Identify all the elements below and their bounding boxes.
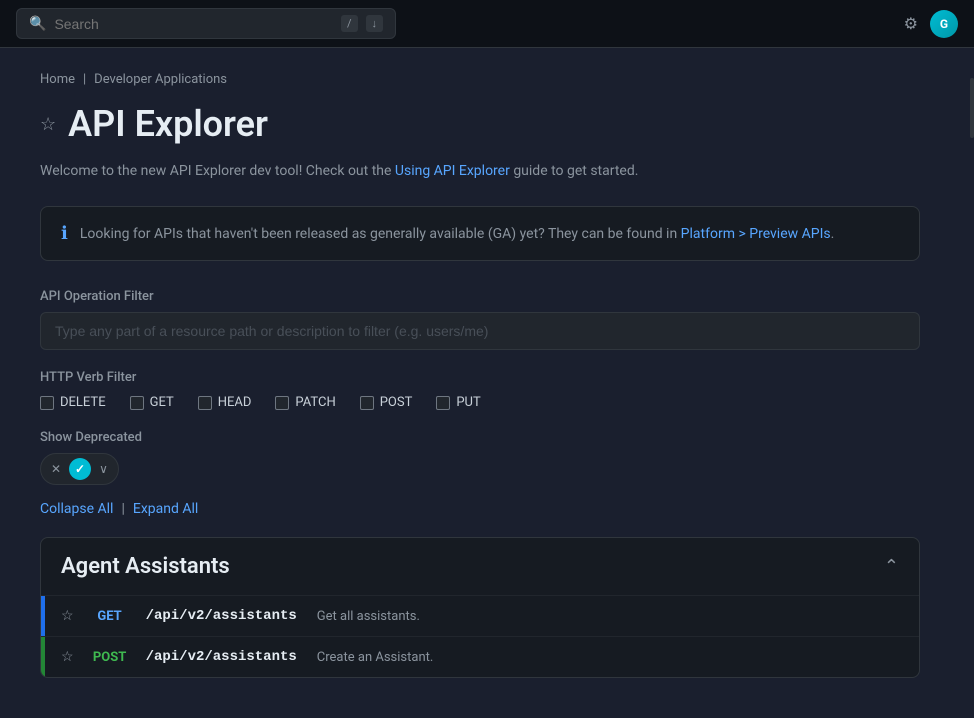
toggle-x-icon[interactable]: ✕ [47,460,65,478]
endpoint-path-get-assistants: /api/v2/assistants [146,608,297,624]
search-input[interactable] [54,16,333,32]
main-content: Home | Developer Applications ☆ API Expl… [0,48,960,718]
subtitle: Welcome to the new API Explorer dev tool… [40,161,920,182]
toggle-check-icon: ✓ [75,462,85,476]
show-deprecated-section: Show Deprecated ✕ ✓ ∨ [40,430,920,485]
verb-head-checkbox[interactable] [198,396,212,410]
info-banner-text: Looking for APIs that haven't been relea… [80,226,834,242]
endpoint-border-post [41,637,45,677]
breadcrumb-current: Developer Applications [94,72,227,87]
subtitle-text-after: guide to get started. [510,163,639,179]
endpoint-border-get [41,596,45,636]
collapse-section-chevron-icon[interactable]: ⌃ [884,556,899,577]
verb-post-label: POST [380,395,413,410]
verb-checkboxes: DELETE GET HEAD PATCH POST [40,395,920,410]
agent-assistants-header[interactable]: Agent Assistants ⌃ [41,538,919,595]
avatar[interactable]: G [930,10,958,38]
info-banner: ℹ Looking for APIs that haven't been rel… [40,206,920,261]
verb-get-checkbox[interactable] [130,396,144,410]
endpoint-star-post-icon[interactable]: ☆ [61,649,74,665]
verb-patch-checkbox[interactable] [275,396,289,410]
verb-put-checkbox[interactable] [436,396,450,410]
search-shortcut-slash: / [341,15,358,32]
top-bar: 🔍 / ↓ ⚙ G [0,0,974,48]
operation-filter-section: API Operation Filter [40,289,920,370]
toggle-circle[interactable]: ✓ [69,458,91,480]
favorite-star-icon[interactable]: ☆ [40,114,56,135]
search-icon: 🔍 [29,16,46,32]
collapse-all-link[interactable]: Collapse All [40,501,113,517]
page-title: API Explorer [68,103,268,145]
breadcrumb-separator: | [83,72,86,87]
endpoint-path-post-assistants: /api/v2/assistants [146,649,297,665]
search-shortcut-arrow: ↓ [366,15,384,32]
verb-filter-label: HTTP Verb Filter [40,370,920,385]
verb-post-item[interactable]: POST [360,395,413,410]
info-icon: ℹ [61,223,68,244]
verb-head-item[interactable]: HEAD [198,395,252,410]
info-banner-text-before: Looking for APIs that haven't been relea… [80,226,681,242]
page-title-row: ☆ API Explorer [40,103,920,145]
breadcrumb: Home | Developer Applications [40,72,920,87]
verb-get-label: GET [150,395,174,410]
top-bar-right: ⚙ G [900,10,958,38]
info-banner-text-after: . [831,226,835,242]
verb-delete-item[interactable]: DELETE [40,395,106,410]
endpoint-desc-get-assistants: Get all assistants. [317,609,420,624]
show-deprecated-label: Show Deprecated [40,430,920,445]
verb-filter-section: HTTP Verb Filter DELETE GET HEAD PATCH [40,370,920,410]
collapse-expand-row: Collapse All | Expand All [40,501,920,517]
verb-delete-label: DELETE [60,395,106,410]
settings-button[interactable]: ⚙ [900,10,922,38]
verb-delete-checkbox[interactable] [40,396,54,410]
operation-filter-label: API Operation Filter [40,289,920,304]
search-bar[interactable]: 🔍 / ↓ [16,8,396,39]
subtitle-text-before: Welcome to the new API Explorer dev tool… [40,163,395,179]
verb-patch-label: PATCH [295,395,335,410]
endpoint-get-assistants[interactable]: ☆ GET /api/v2/assistants Get all assista… [41,595,919,636]
expand-all-link[interactable]: Expand All [133,501,198,517]
verb-post-checkbox[interactable] [360,396,374,410]
verb-get-item[interactable]: GET [130,395,174,410]
endpoint-star-get-icon[interactable]: ☆ [61,608,74,624]
scrollbar[interactable] [970,78,974,138]
toggle-container: ✕ ✓ ∨ [40,453,920,485]
collapse-expand-separator: | [121,501,124,517]
agent-assistants-title: Agent Assistants [61,554,230,579]
verb-put-item[interactable]: PUT [436,395,480,410]
endpoint-verb-post: POST [86,650,134,665]
endpoint-verb-get: GET [86,609,134,624]
operation-filter-input[interactable] [40,312,920,350]
verb-head-label: HEAD [218,395,252,410]
deprecated-toggle[interactable]: ✕ ✓ ∨ [40,453,119,485]
verb-patch-item[interactable]: PATCH [275,395,335,410]
toggle-chevron-icon[interactable]: ∨ [95,460,112,478]
endpoint-post-assistants[interactable]: ☆ POST /api/v2/assistants Create an Assi… [41,636,919,677]
breadcrumb-home[interactable]: Home [40,72,75,87]
agent-assistants-section: Agent Assistants ⌃ ☆ GET /api/v2/assista… [40,537,920,678]
endpoint-desc-post-assistants: Create an Assistant. [317,650,434,665]
preview-apis-link[interactable]: Platform > Preview APIs [681,226,831,242]
subtitle-link[interactable]: Using API Explorer [395,163,510,179]
verb-put-label: PUT [456,395,480,410]
